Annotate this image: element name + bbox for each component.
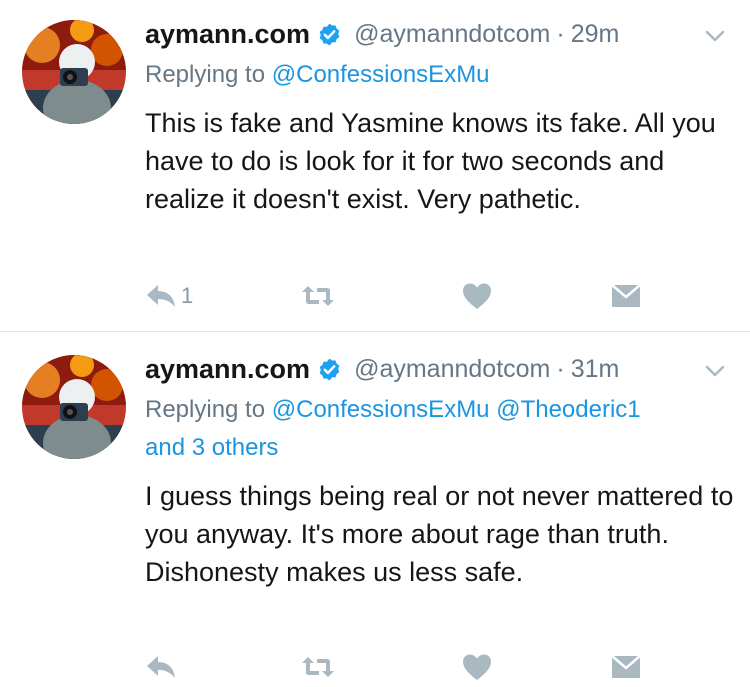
retweet-icon bbox=[300, 283, 336, 309]
replying-to-prefix: Replying to bbox=[145, 61, 266, 88]
reply-button[interactable] bbox=[145, 650, 181, 684]
like-heart-icon bbox=[462, 653, 492, 681]
chevron-down-icon[interactable] bbox=[704, 360, 726, 382]
replying-to-prefix: Replying to bbox=[145, 396, 266, 423]
retweet-icon bbox=[300, 654, 336, 680]
timestamp[interactable]: 29m bbox=[571, 20, 620, 49]
chevron-down-icon[interactable] bbox=[704, 25, 726, 47]
separator-dot: · bbox=[556, 19, 565, 48]
like-button[interactable] bbox=[462, 650, 492, 684]
avatar[interactable] bbox=[22, 20, 126, 124]
avatar-photo bbox=[22, 355, 126, 459]
reply-mentions[interactable]: @ConfessionsExMu @Theoderic1 bbox=[272, 396, 641, 423]
like-heart-icon bbox=[462, 282, 492, 310]
tweet-header: aymann.com @aymanndotcom · 31m bbox=[145, 349, 619, 389]
reply-button[interactable]: 1 bbox=[145, 279, 193, 313]
avatar[interactable] bbox=[22, 355, 126, 459]
display-name[interactable]: aymann.com bbox=[145, 19, 310, 50]
verified-badge-icon bbox=[317, 22, 342, 47]
replying-to: Replying to @ConfessionsExMu bbox=[145, 56, 725, 94]
replying-to: Replying to @ConfessionsExMu @Theoderic1… bbox=[145, 391, 725, 467]
avatar-photo bbox=[22, 20, 126, 124]
timestamp[interactable]: 31m bbox=[571, 355, 620, 384]
like-button[interactable] bbox=[462, 279, 492, 313]
direct-message-button[interactable] bbox=[610, 650, 642, 684]
direct-message-button[interactable] bbox=[610, 279, 642, 313]
display-name[interactable]: aymann.com bbox=[145, 354, 310, 385]
reply-mentions[interactable]: @ConfessionsExMu bbox=[272, 61, 490, 88]
tweet-text: This is fake and Yasmine knows its fake.… bbox=[145, 108, 716, 214]
retweet-button[interactable] bbox=[300, 279, 336, 313]
reply-icon bbox=[145, 654, 177, 680]
tweet-actions: 1 bbox=[145, 279, 665, 313]
direct-message-icon bbox=[610, 283, 642, 309]
reply-icon bbox=[145, 283, 177, 309]
tweet-actions bbox=[145, 650, 665, 684]
tweet-header: aymann.com @aymanndotcom · 29m bbox=[145, 14, 619, 54]
tweet-1[interactable]: aymann.com @aymanndotcom · 29m Replying … bbox=[0, 0, 750, 331]
handle[interactable]: @aymanndotcom bbox=[354, 355, 550, 384]
verified-badge-icon bbox=[317, 357, 342, 382]
retweet-button[interactable] bbox=[300, 650, 336, 684]
reply-others-link[interactable]: and 3 others bbox=[145, 434, 278, 461]
tweet-text: I guess things being real or not never m… bbox=[145, 481, 734, 587]
handle[interactable]: @aymanndotcom bbox=[354, 20, 550, 49]
direct-message-icon bbox=[610, 654, 642, 680]
tweet-2[interactable]: aymann.com @aymanndotcom · 31m Replying … bbox=[0, 332, 750, 687]
reply-count: 1 bbox=[181, 283, 194, 308]
separator-dot: · bbox=[556, 354, 565, 383]
